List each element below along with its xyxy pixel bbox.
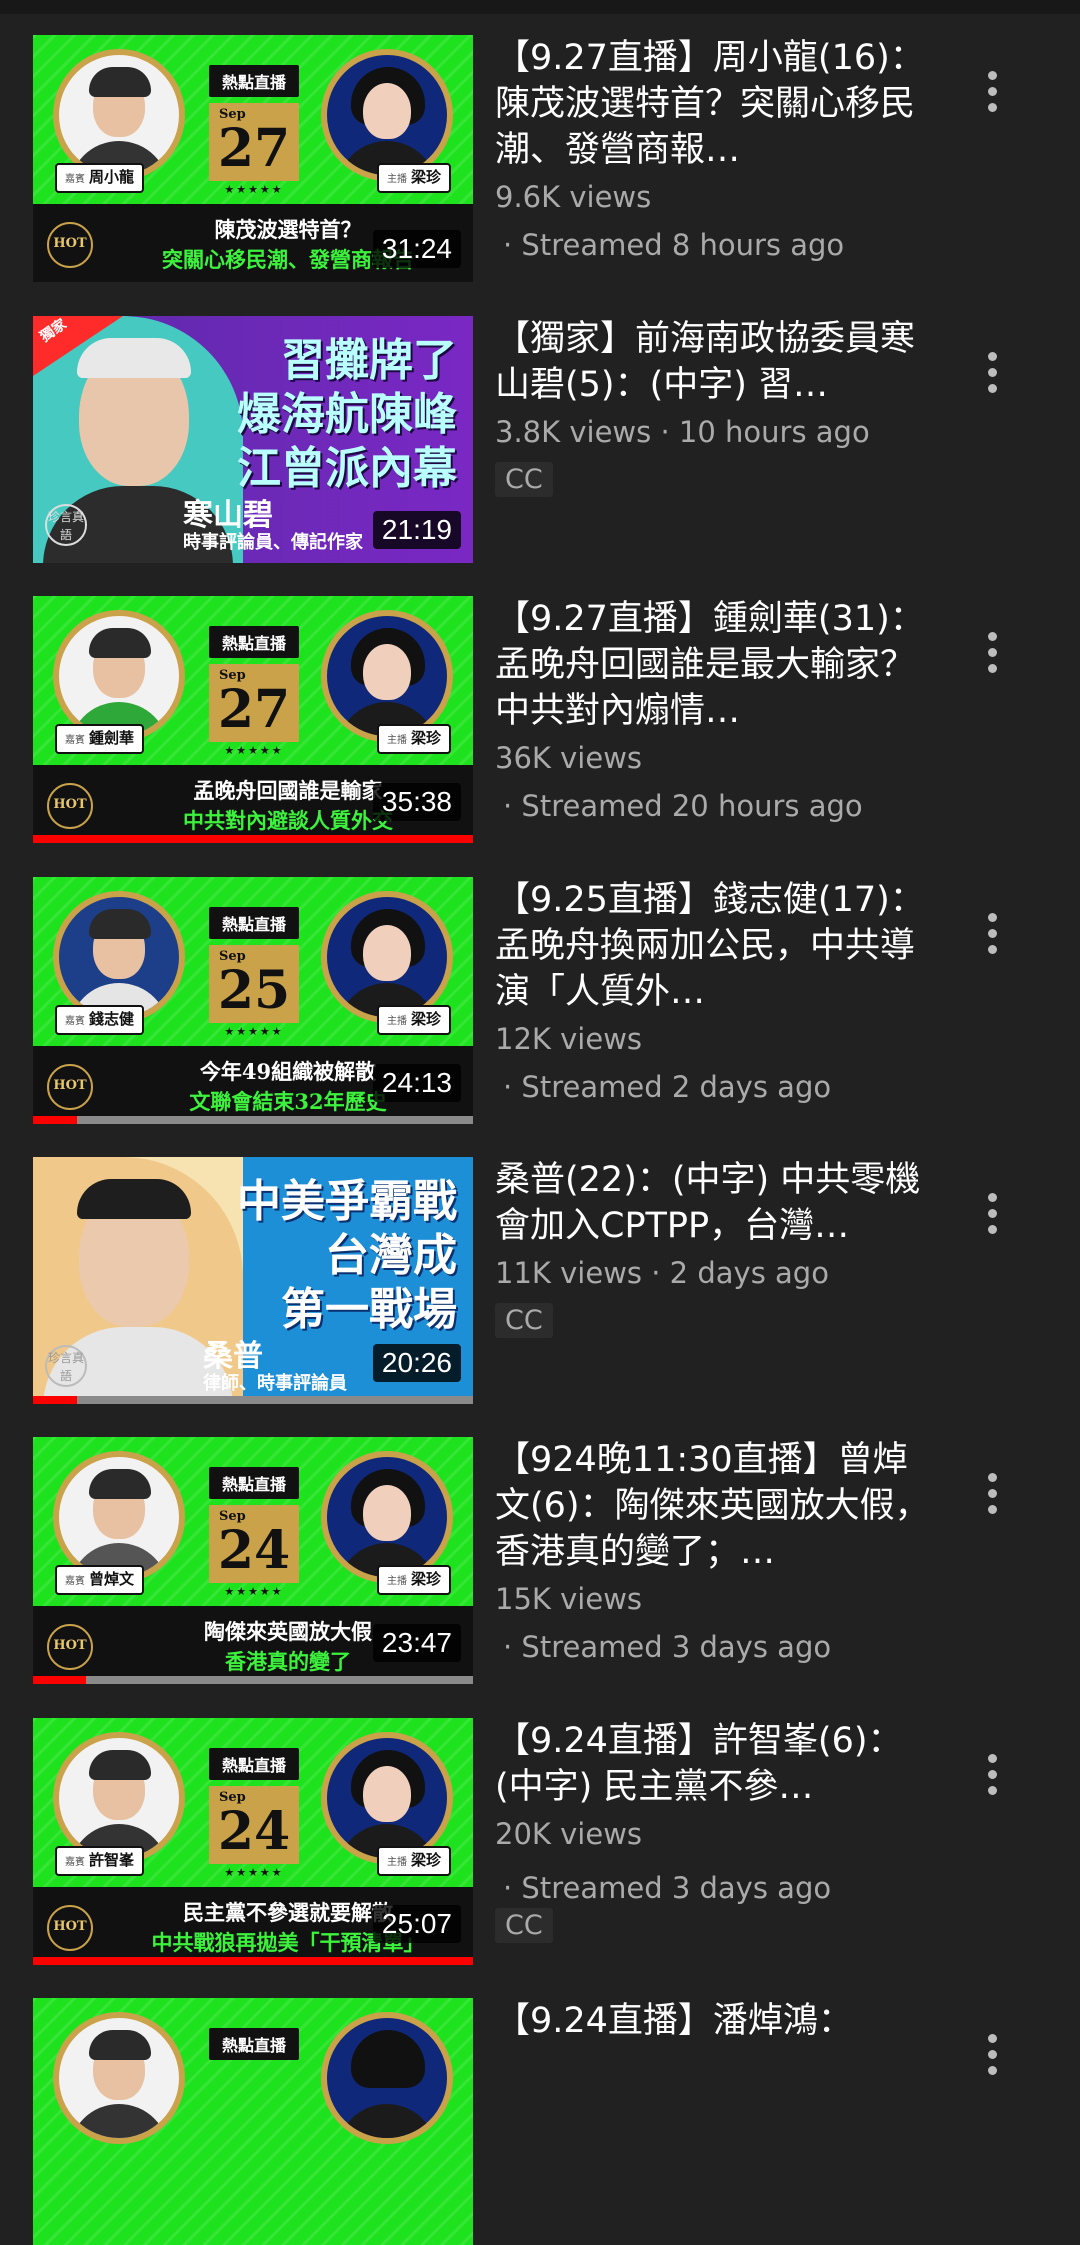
video-thumbnail[interactable]: 嘉賓 周小龍 熱點直播 Sep 27 ★★★★★ 主播 梁珍 HOT 陳茂波選特首？ … [33, 35, 473, 282]
host-avatar [321, 1732, 453, 1864]
video-streamed-time: · Streamed 8 hours ago [503, 228, 845, 262]
more-vert-icon[interactable] [975, 632, 1009, 692]
video-thumbnail[interactable]: 嘉賓 錢志健 熱點直播 Sep 25 ★★★★★ 主播 梁珍 HOT 今年49組織被解… [33, 877, 473, 1124]
video-streamed-time: · Streamed 2 days ago [503, 1070, 832, 1104]
watch-progress-bar [33, 1116, 473, 1124]
hot-badge: HOT [47, 1624, 93, 1670]
hot-badge: HOT [47, 1905, 93, 1951]
video-streamed-time: · Streamed 20 hours ago [503, 789, 863, 823]
video-views: 11K views · 2 days ago [495, 1256, 829, 1290]
host-name-tag: 主播 梁珍 [376, 163, 451, 193]
host-name-tag: 主播 梁珍 [376, 1005, 451, 1035]
host-avatar [321, 2012, 453, 2144]
guest-name-tag: 嘉賓 曾焯文 [55, 1565, 145, 1595]
video-title[interactable]: 【924晚11:30直播】曾焯文(6)：陶傑來英國放大假，香港真的變了；… [495, 1437, 935, 1575]
cc-badge: CC [495, 1303, 553, 1338]
video-thumbnail[interactable]: 獨家 習攤牌了 爆海航陳峰 江曾派內幕 寒山碧 時事評論員、傳記作家 珍言真語 … [33, 316, 473, 563]
host-avatar [321, 1451, 453, 1583]
video-meta: 【924晚11:30直播】曾焯文(6)：陶傑來英國放大假，香港真的變了；… 15… [495, 1437, 935, 1667]
date-badge: 熱點直播 [209, 2028, 299, 2060]
duration-label: 35:38 [372, 783, 461, 821]
video-meta: 【獨家】前海南政協委員寒山碧(5)：(中字) 習… 3.8K views · 1… [495, 316, 935, 497]
hot-badge: HOT [47, 1064, 93, 1110]
video-views: 3.8K views · 10 hours ago [495, 415, 870, 449]
duration-label: 23:47 [372, 1624, 461, 1662]
video-thumbnail[interactable]: 嘉賓 鍾劍華 熱點直播 Sep 27 ★★★★★ 主播 梁珍 HOT 孟晚舟回國誰是輸… [33, 596, 473, 843]
thumbnail-headline: 習攤牌了 爆海航陳峰 江曾派內幕 [237, 335, 457, 494]
video-meta: 【9.27直播】鍾劍華(31)：孟晚舟回國誰是最大輸家？中共對內煽情… 36K … [495, 596, 935, 826]
duration-label: 25:07 [372, 1905, 461, 1943]
host-avatar [321, 891, 453, 1023]
watch-progress-bar [33, 1676, 473, 1684]
more-vert-icon[interactable] [975, 71, 1009, 131]
video-title[interactable]: 【9.27直播】周小龍(16)：陳茂波選特首？突關心移民潮、發營商報… [495, 35, 935, 173]
duration-label: 24:13 [372, 1064, 461, 1102]
guest-avatar [53, 1451, 185, 1583]
video-title[interactable]: 【9.25直播】錢志健(17)：孟晚舟換兩加公民，中共導演「人質外… [495, 877, 935, 1015]
video-meta: 【9.24直播】潘焯鴻： [495, 1998, 935, 2044]
duration-label: 31:24 [372, 230, 461, 268]
host-name-tag: 主播 梁珍 [376, 724, 451, 754]
video-title[interactable]: 桑普(22)：(中字) 中共零機會加入CPTPP，台灣… [495, 1157, 935, 1249]
host-name-tag: 主播 梁珍 [376, 1846, 451, 1876]
video-streamed-time: · Streamed 3 days ago [503, 1871, 832, 1905]
more-vert-icon[interactable] [975, 913, 1009, 973]
host-name-tag: 主播 梁珍 [376, 1565, 451, 1595]
guest-name-tag: 嘉賓 許智峯 [55, 1846, 145, 1876]
more-vert-icon[interactable] [975, 1473, 1009, 1533]
guest-name-tag: 嘉賓 鍾劍華 [55, 724, 145, 754]
channel-logo: 珍言真語 [45, 504, 87, 546]
date-badge: 熱點直播 Sep 24 ★★★★★ [209, 1467, 299, 1598]
more-vert-icon[interactable] [975, 2034, 1009, 2094]
more-vert-icon[interactable] [975, 1193, 1009, 1253]
duration-label: 20:26 [372, 1344, 461, 1382]
video-meta: 桑普(22)：(中字) 中共零機會加入CPTPP，台灣… 11K views ·… [495, 1157, 935, 1338]
video-meta: 【9.25直播】錢志健(17)：孟晚舟換兩加公民，中共導演「人質外… 12K v… [495, 877, 935, 1107]
video-meta: 【9.27直播】周小龍(16)：陳茂波選特首？突關心移民潮、發營商報… 9.6K… [495, 35, 935, 265]
video-views: 20K views [495, 1817, 643, 1851]
date-badge: 熱點直播 Sep 24 ★★★★★ [209, 1748, 299, 1879]
watch-progress-bar [33, 1957, 473, 1965]
video-views: 15K views [495, 1582, 643, 1616]
date-badge: 熱點直播 Sep 27 ★★★★★ [209, 626, 299, 757]
video-views: 12K views [495, 1022, 643, 1056]
cc-badge: CC [495, 462, 553, 497]
video-views: 36K views [495, 741, 643, 775]
person-title: 律師、時事評論員 [203, 1373, 347, 1394]
guest-name-tag: 嘉賓 周小龍 [55, 163, 145, 193]
video-title[interactable]: 【9.27直播】鍾劍華(31)：孟晚舟回國誰是最大輸家？中共對內煽情… [495, 596, 935, 734]
cc-badge: CC [495, 1908, 553, 1943]
date-badge: 熱點直播 Sep 25 ★★★★★ [209, 907, 299, 1038]
watch-progress-bar [33, 835, 473, 843]
guest-name-tag: 嘉賓 錢志健 [55, 1005, 145, 1035]
video-views: 9.6K views [495, 180, 652, 214]
video-streamed-time: · Streamed 3 days ago [503, 1630, 832, 1664]
date-badge: 熱點直播 Sep 27 ★★★★★ [209, 65, 299, 196]
top-edge [0, 0, 1080, 14]
video-title[interactable]: 【9.24直播】許智峯(6)：(中字) 民主黨不參… [495, 1718, 935, 1810]
more-vert-icon[interactable] [975, 1754, 1009, 1814]
more-vert-icon[interactable] [975, 352, 1009, 412]
guest-avatar [53, 2012, 185, 2144]
guest-avatar [53, 610, 185, 742]
hot-badge: HOT [47, 783, 93, 829]
video-thumbnail[interactable]: 熱點直播 [33, 1998, 473, 2245]
guest-avatar [53, 1732, 185, 1864]
duration-label: 21:19 [372, 511, 461, 549]
video-thumbnail[interactable]: 嘉賓 曾焯文 熱點直播 Sep 24 ★★★★★ 主播 梁珍 HOT 陶傑來英國放大假… [33, 1437, 473, 1684]
video-meta: 【9.24直播】許智峯(6)：(中字) 民主黨不參… 20K views · S… [495, 1718, 935, 1943]
video-title[interactable]: 【獨家】前海南政協委員寒山碧(5)：(中字) 習… [495, 316, 935, 408]
video-title[interactable]: 【9.24直播】潘焯鴻： [495, 1998, 935, 2044]
hot-badge: HOT [47, 222, 93, 268]
thumbnail-headline: 中美爭霸戰 台灣成 第一戰場 [237, 1176, 457, 1335]
guest-avatar [53, 49, 185, 181]
video-thumbnail[interactable]: 嘉賓 許智峯 熱點直播 Sep 24 ★★★★★ 主播 梁珍 HOT 民主黨不參選就要… [33, 1718, 473, 1965]
host-avatar [321, 610, 453, 742]
guest-avatar [53, 891, 185, 1023]
channel-logo: 珍言真語 [45, 1345, 87, 1387]
person-title: 時事評論員、傳記作家 [183, 532, 363, 553]
watch-progress-bar [33, 1396, 473, 1404]
host-avatar [321, 49, 453, 181]
video-thumbnail[interactable]: 中美爭霸戰 台灣成 第一戰場 桑普 律師、時事評論員 珍言真語 20:26 [33, 1157, 473, 1404]
